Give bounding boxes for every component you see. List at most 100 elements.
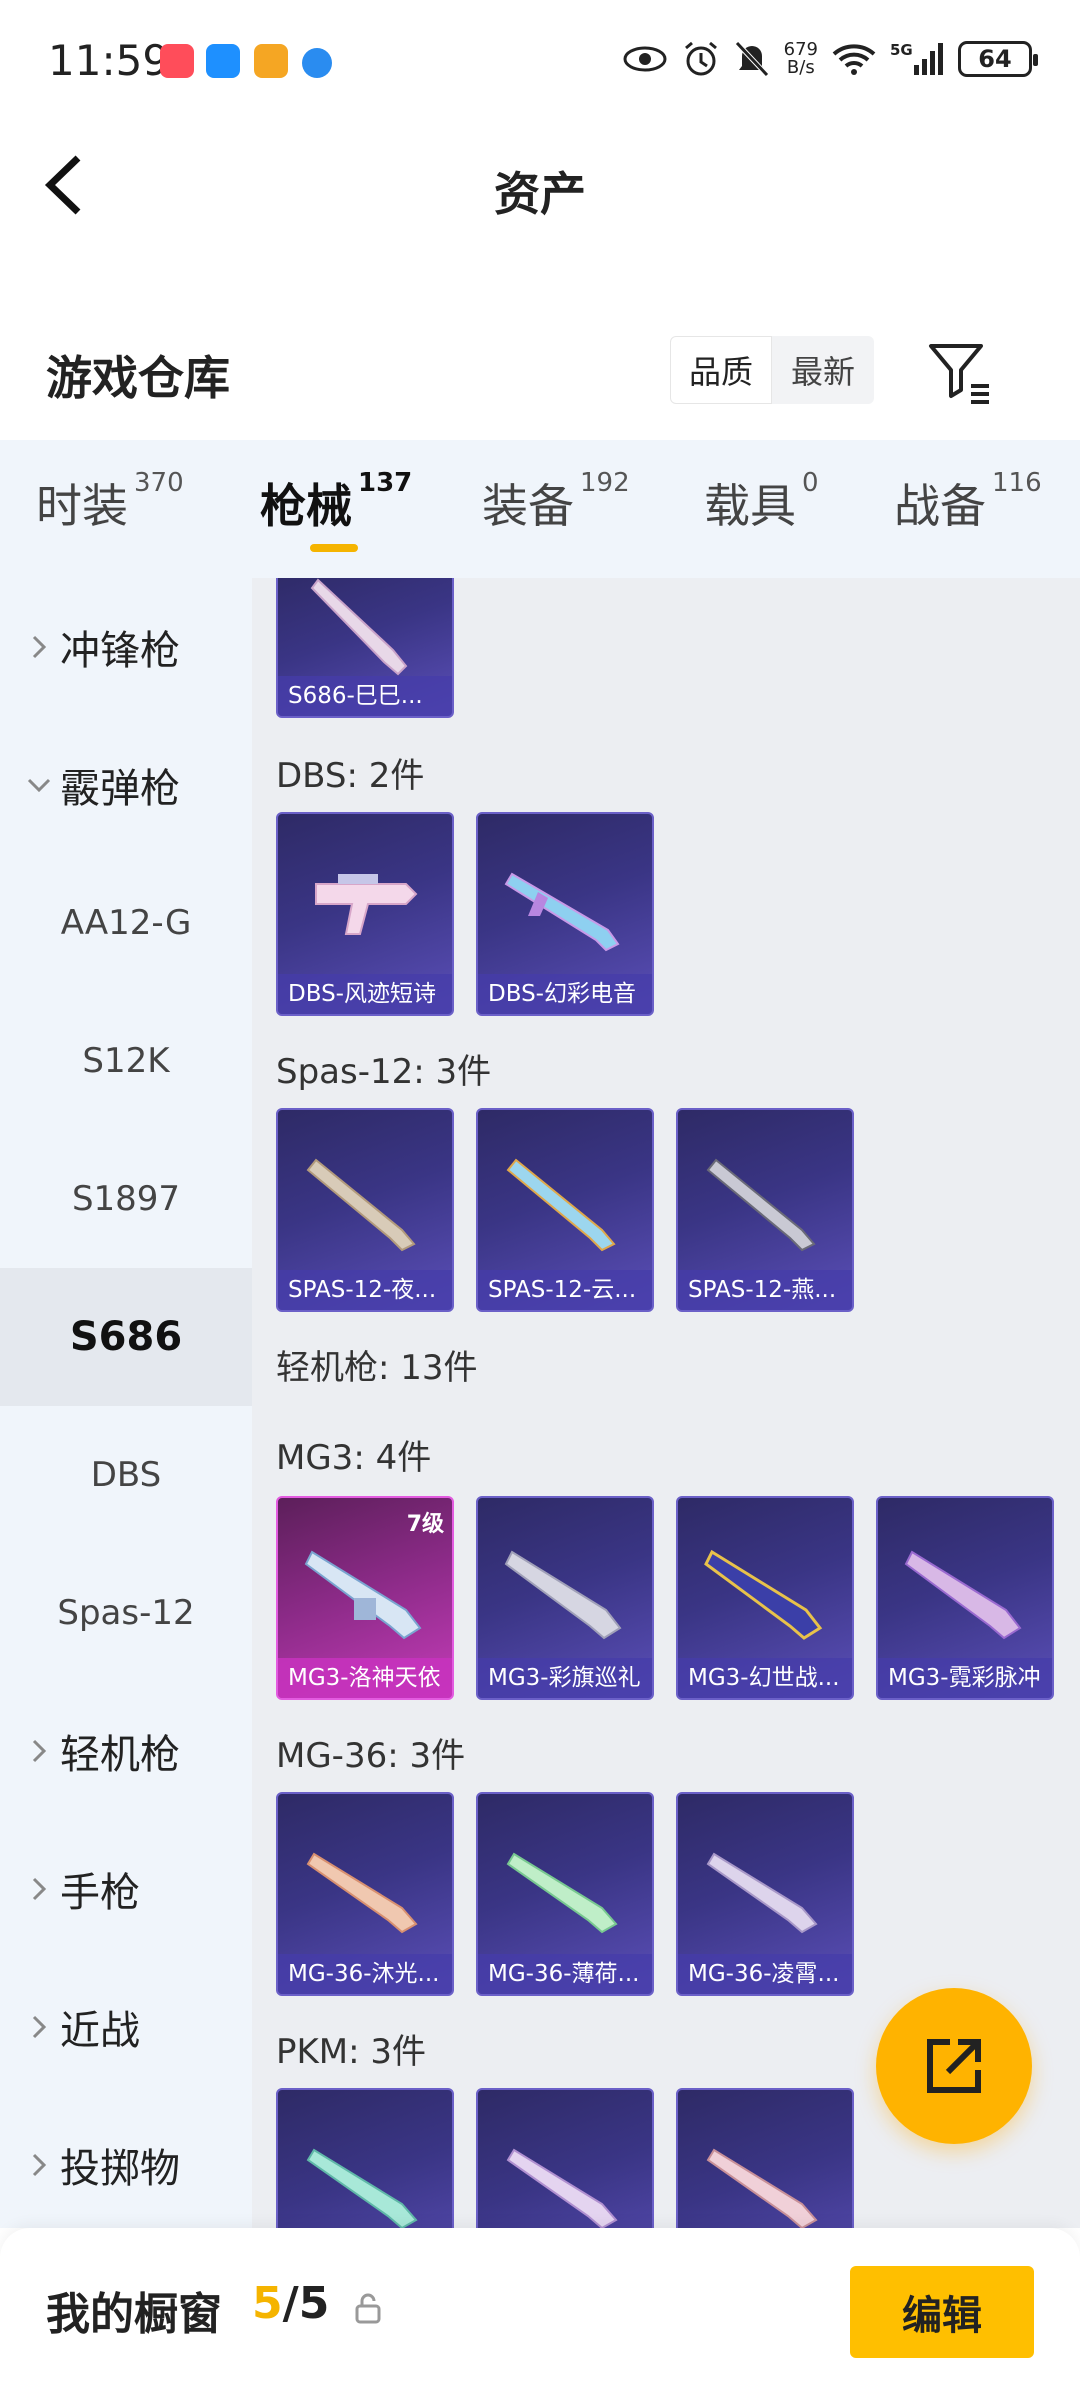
filter-icon[interactable] xyxy=(925,336,995,406)
chevron-right-icon xyxy=(24,634,54,660)
sidebar-item-aa12g[interactable]: AA12-G xyxy=(0,854,252,992)
tab-vehicles[interactable]: 载具 0 xyxy=(704,468,819,536)
tab-label: 装备 xyxy=(482,479,574,533)
battery-level: 64 xyxy=(978,45,1012,73)
mute-icon xyxy=(734,41,769,77)
item-name: SPAS-12-夜... xyxy=(278,1270,452,1310)
sidebar-item-pistol[interactable]: 手枪 xyxy=(0,1820,252,1958)
sidebar-item-throwable[interactable]: 投掷物 xyxy=(0,2096,252,2234)
tab-active-indicator xyxy=(310,544,358,552)
item-name: MG3-洛神天依 xyxy=(278,1658,452,1698)
item-card[interactable]: 7级 MG3-洛神天依 xyxy=(276,1496,454,1700)
battery-indicator: 64 xyxy=(958,41,1038,77)
item-card[interactable]: MG3-幻世战... xyxy=(676,1496,854,1700)
sort-newest-button[interactable]: 最新 xyxy=(772,336,874,404)
sidebar-item-label: 手枪 xyxy=(60,1870,140,1916)
sidebar-item-shotgun[interactable]: 霰弹枪 xyxy=(0,716,252,854)
item-card[interactable]: DBS-风迹短诗 xyxy=(276,812,454,1016)
item-card[interactable]: MG3-彩旗巡礼 xyxy=(476,1496,654,1700)
sidebar-item-melee[interactable]: 近战 xyxy=(0,1958,252,2096)
item-name: MG3-幻世战... xyxy=(678,1658,852,1698)
group-label-mg36: MG-36: 3件 xyxy=(276,1736,466,1776)
item-card[interactable]: MG-36-凌霄... xyxy=(676,1792,854,1996)
sidebar-item-label: 霰弹枪 xyxy=(60,766,180,812)
item-card[interactable] xyxy=(276,2088,454,2228)
sidebar-item-s1897[interactable]: S1897 xyxy=(0,1130,252,1268)
mail-app-icon xyxy=(160,44,194,78)
browser-app-icon xyxy=(302,48,332,78)
top-header: 资产 xyxy=(0,120,1080,250)
item-name: MG-36-薄荷... xyxy=(478,1954,652,1994)
item-card[interactable] xyxy=(476,2088,654,2228)
net-speed: 679 B/s xyxy=(783,39,818,78)
machine-gun-icon xyxy=(506,1852,618,1934)
shotgun-icon xyxy=(306,1158,416,1252)
tab-firearms[interactable]: 枪械 137 xyxy=(260,468,412,536)
lock-icon xyxy=(355,2293,381,2324)
item-card[interactable]: SPAS-12-夜... xyxy=(276,1108,454,1312)
machine-gun-icon xyxy=(504,1550,622,1640)
machine-gun-icon xyxy=(304,1550,422,1640)
chevron-right-icon xyxy=(24,1876,54,1902)
signal-5g-icon: 5G xyxy=(890,41,943,75)
status-time: 11:59 xyxy=(48,36,170,85)
shotgun-icon xyxy=(315,874,418,935)
item-name: MG3-霓彩脉冲 xyxy=(878,1658,1052,1698)
item-name: MG-36-凌霄... xyxy=(678,1954,852,1994)
svg-text:5G: 5G xyxy=(890,41,913,59)
sidebar-item-lmg[interactable]: 轻机枪 xyxy=(0,1682,252,1820)
item-card[interactable]: MG-36-沐光... xyxy=(276,1792,454,1996)
sidebar-item-label: 冲锋枪 xyxy=(60,628,180,674)
eye-icon xyxy=(623,46,667,72)
sidebar-item-smg[interactable]: 冲锋枪 xyxy=(0,578,252,716)
tab-label: 枪械 xyxy=(260,479,352,533)
status-bar: 11:59 679 B/s 5G 64 xyxy=(0,0,1080,120)
sidebar-item-spas12[interactable]: Spas-12 xyxy=(0,1544,252,1682)
showcase-count: 5/5 xyxy=(252,2278,329,2329)
tab-count: 192 xyxy=(580,468,630,498)
machine-gun-icon xyxy=(306,1852,418,1934)
machine-gun-icon xyxy=(706,1852,818,1934)
item-name: DBS-风迹短诗 xyxy=(278,974,452,1014)
edit-button[interactable]: 编辑 xyxy=(850,2266,1034,2358)
machine-gun-icon xyxy=(704,1549,823,1640)
sidebar-item-label: 投掷物 xyxy=(60,2146,180,2192)
sidebar-item-dbs[interactable]: DBS xyxy=(0,1406,252,1544)
sidebar-item-s686[interactable]: S686 xyxy=(0,1268,252,1406)
item-card[interactable]: MG3-霓彩脉冲 xyxy=(876,1496,1054,1700)
machine-gun-icon xyxy=(306,2148,418,2228)
chevron-right-icon xyxy=(24,2152,54,2178)
chevron-down-icon xyxy=(24,777,54,793)
tab-label: 时装 xyxy=(36,479,128,533)
share-fab-button[interactable] xyxy=(876,1988,1032,2144)
showcase-bar: 我的橱窗 5/5 编辑 xyxy=(0,2228,1080,2382)
item-name: SPAS-12-云... xyxy=(478,1270,652,1310)
page-title: 资产 xyxy=(494,167,586,221)
item-card[interactable]: DBS-幻彩电音 xyxy=(476,812,654,1016)
item-card[interactable]: S686-巳巳... xyxy=(276,578,454,718)
tab-label: 战备 xyxy=(894,479,986,533)
tab-fashion[interactable]: 时装 370 xyxy=(36,468,184,536)
tab-equipment[interactable]: 装备 192 xyxy=(482,468,630,536)
item-grid: S686-巳巳... DBS: 2件 DBS-风迹短诗 DBS-幻彩电音 Spa… xyxy=(252,578,1080,2228)
showcase-current: 5 xyxy=(252,2278,283,2329)
group-label-pkm: PKM: 3件 xyxy=(276,2032,427,2072)
item-card[interactable] xyxy=(676,2088,854,2228)
item-card[interactable]: SPAS-12-云... xyxy=(476,1108,654,1312)
sidebar-item-label: 轻机枪 xyxy=(60,1732,180,1778)
sidebar-item-s12k[interactable]: S12K xyxy=(0,992,252,1130)
chevron-right-icon xyxy=(24,2014,54,2040)
item-card[interactable]: SPAS-12-燕... xyxy=(676,1108,854,1312)
sidebar-item-label: 近战 xyxy=(60,2008,140,2054)
group-label-mg3: MG3: 4件 xyxy=(276,1438,432,1478)
item-name: DBS-幻彩电音 xyxy=(478,974,652,1014)
tab-label: 载具 xyxy=(704,479,796,533)
game-app-icon xyxy=(254,44,288,78)
chevron-right-icon xyxy=(24,1738,54,1764)
machine-gun-icon xyxy=(706,2148,818,2228)
category-tabs: 时装 370 枪械 137 装备 192 载具 0 战备 116 xyxy=(0,440,1080,578)
tab-supplies[interactable]: 战备 116 xyxy=(894,468,1042,536)
tab-count: 370 xyxy=(134,468,184,498)
sort-quality-button[interactable]: 品质 xyxy=(670,336,772,404)
item-card[interactable]: MG-36-薄荷... xyxy=(476,1792,654,1996)
